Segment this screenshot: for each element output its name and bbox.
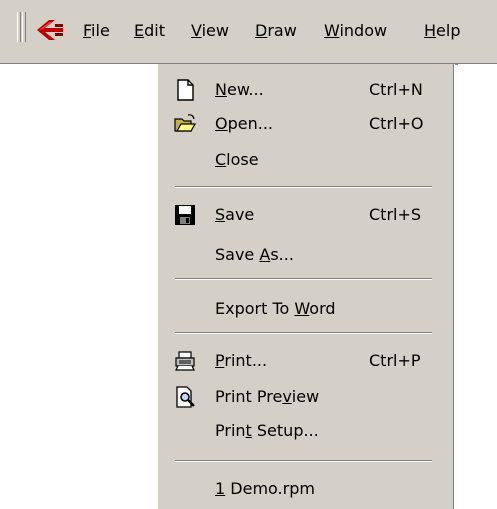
- menu-window-rest: indow: [339, 21, 388, 40]
- menu-view-rest: iew: [201, 21, 229, 40]
- print-preview-label-accel: v: [282, 387, 292, 406]
- menu-item-print-setup[interactable]: Print Setup...: [158, 418, 453, 444]
- menu-item-print-setup-label: Print Setup...: [215, 418, 319, 444]
- menu-edit[interactable]: Edit: [134, 21, 165, 41]
- menu-separator: [175, 186, 432, 188]
- menu-item-new-shortcut: Ctrl+N: [369, 80, 423, 99]
- print-preview-label-rest: iew: [291, 387, 320, 406]
- menu-item-new[interactable]: New... Ctrl+N: [158, 77, 453, 103]
- menu-help-accel: H: [424, 21, 437, 40]
- menu-window-accel: W: [324, 21, 340, 40]
- menu-item-print-shortcut: Ctrl+P: [369, 351, 421, 370]
- menu-item-open-label: Open...: [215, 111, 273, 137]
- save-as-label-pre: Save: [215, 245, 260, 264]
- app-logo-icon[interactable]: [33, 18, 67, 42]
- close-label-accel: C: [215, 150, 227, 169]
- new-label-accel: N: [215, 80, 227, 99]
- menu-separator: [175, 278, 432, 280]
- background-window-edge: [455, 64, 458, 364]
- menu-help-rest: elp: [436, 21, 461, 40]
- save-label-rest: ave: [225, 205, 255, 224]
- new-label-rest: ew...: [226, 80, 264, 99]
- open-folder-icon: [174, 114, 196, 132]
- export-label-accel: W: [294, 299, 310, 318]
- file-menu-dropdown: New... Ctrl+N Open... Ctrl+O Close Save …: [157, 64, 454, 509]
- floppy-disk-icon: [175, 205, 195, 225]
- export-label-pre: Export To: [215, 299, 295, 318]
- print-setup-label-pre: Prin: [215, 421, 246, 440]
- menu-draw-rest: raw: [267, 21, 297, 40]
- menu-file[interactable]: File: [83, 21, 110, 41]
- toolbar-grip-secondary[interactable]: [22, 12, 26, 42]
- menu-edit-rest: dit: [144, 21, 165, 40]
- menu-view-accel: V: [191, 21, 202, 40]
- menu-item-new-label: New...: [215, 77, 264, 103]
- print-preview-label-pre: Print Pre: [215, 387, 283, 406]
- menu-item-close[interactable]: Close: [158, 147, 453, 173]
- recent-file-label-rest: Demo.rpm: [225, 479, 315, 498]
- menu-window[interactable]: Window: [324, 21, 387, 41]
- save-as-label-accel: A: [259, 245, 271, 264]
- menu-item-open-shortcut: Ctrl+O: [369, 114, 424, 133]
- recent-file-label-accel: 1: [215, 479, 226, 498]
- menu-item-print[interactable]: Print... Ctrl+P: [158, 348, 453, 374]
- save-as-label-rest: s...: [270, 245, 294, 264]
- menu-item-save-shortcut: Ctrl+S: [369, 205, 422, 224]
- menu-item-close-label: Close: [215, 147, 259, 173]
- open-label-accel: O: [215, 114, 228, 133]
- menu-item-recent-file-label: 1 Demo.rpm: [215, 476, 315, 502]
- menu-item-print-preview-label: Print Preview: [215, 384, 319, 410]
- menu-item-save-as-label: Save As...: [215, 242, 294, 268]
- menu-item-recent-file-1[interactable]: 1 Demo.rpm: [158, 476, 453, 502]
- menu-item-save[interactable]: Save Ctrl+S: [158, 202, 453, 228]
- menu-item-export-to-word[interactable]: Export To Word: [158, 296, 453, 322]
- menu-separator: [175, 460, 432, 462]
- print-setup-label-rest: Setup...: [251, 421, 319, 440]
- open-label-rest: pen...: [227, 114, 273, 133]
- menu-bar: File Edit View Draw Window Help: [0, 0, 497, 64]
- new-document-icon: [177, 79, 194, 101]
- menu-item-save-label: Save: [215, 202, 254, 228]
- menu-draw[interactable]: Draw: [255, 21, 297, 41]
- menu-view[interactable]: View: [191, 21, 229, 41]
- menu-help[interactable]: Help: [424, 21, 460, 41]
- menu-item-export-label: Export To Word: [215, 296, 336, 322]
- save-label-accel: S: [215, 205, 226, 224]
- toolbar-grip[interactable]: [17, 12, 21, 42]
- menu-edit-accel: E: [134, 21, 145, 40]
- export-label-rest: ord: [309, 299, 336, 318]
- print-preview-icon: [176, 386, 195, 408]
- menu-item-print-label: Print...: [215, 348, 267, 374]
- menu-file-rest: ile: [91, 21, 110, 40]
- menu-item-print-preview[interactable]: Print Preview: [158, 384, 453, 410]
- menu-item-open[interactable]: Open... Ctrl+O: [158, 111, 453, 137]
- menu-draw-accel: D: [255, 21, 268, 40]
- print-label-rest: rint...: [224, 351, 268, 370]
- printer-icon: [175, 351, 195, 371]
- close-label-rest: lose: [226, 150, 259, 169]
- menu-item-save-as[interactable]: Save As...: [158, 242, 453, 268]
- print-label-accel: P: [215, 351, 225, 370]
- menu-separator: [175, 332, 432, 334]
- menu-file-accel: F: [83, 21, 92, 40]
